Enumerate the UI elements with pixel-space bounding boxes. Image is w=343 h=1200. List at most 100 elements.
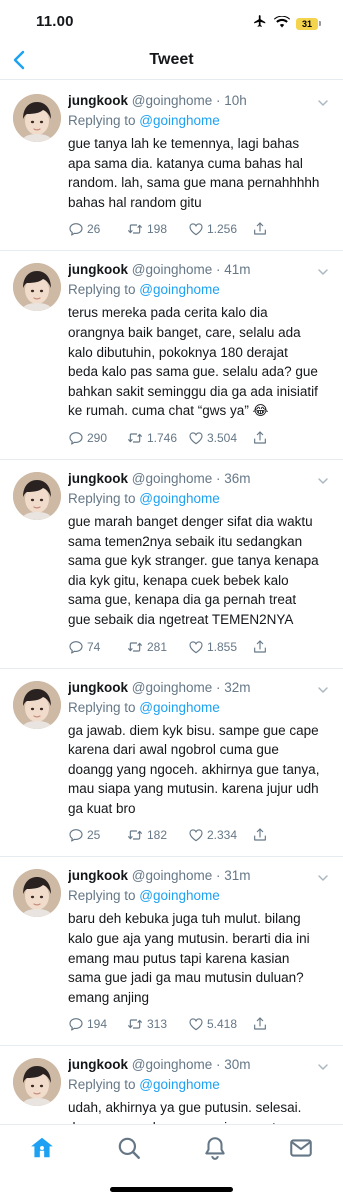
retweet-count: 281 xyxy=(147,639,168,654)
author-handle: @goinghome xyxy=(131,93,213,108)
mail-icon[interactable] xyxy=(288,1135,314,1161)
retweet-count: 313 xyxy=(147,1017,168,1032)
author-name[interactable]: jungkook xyxy=(68,262,128,277)
replying-to-handle[interactable]: @goinghome xyxy=(139,888,220,903)
chevron-down-icon[interactable] xyxy=(317,265,329,277)
tweet-actions: 290 1.746 3.504 xyxy=(68,429,329,447)
replying-to-label: Replying to xyxy=(68,1077,140,1093)
avatar[interactable] xyxy=(13,263,61,312)
tweet-header: jungkook @goinghome · 31m xyxy=(68,867,329,885)
tweet[interactable]: jungkook @goinghome · 41m Replying to @go… xyxy=(0,251,343,460)
replying-to: Replying to @goinghome xyxy=(68,489,329,508)
avatar[interactable] xyxy=(13,869,61,918)
tweet-time: · 36m xyxy=(216,470,251,486)
retweet-button[interactable]: 182 xyxy=(126,827,188,843)
tweet-text: terus mereka pada cerita kalo dia orangn… xyxy=(68,305,318,419)
chevron-down-icon[interactable] xyxy=(317,871,329,883)
tweet-actions: 74 281 1.855 xyxy=(68,638,329,656)
home-icon[interactable] xyxy=(29,1135,55,1161)
like-button[interactable]: 1.256 xyxy=(188,221,252,237)
author-name[interactable]: jungkook xyxy=(68,93,128,108)
like-count: 1.256 xyxy=(207,222,238,237)
search-icon[interactable] xyxy=(116,1135,142,1161)
reply-count: 194 xyxy=(87,1017,108,1032)
reply-button[interactable]: 290 xyxy=(68,430,126,446)
tweet-text: gue marah banget denger sifat dia waktu … xyxy=(68,513,319,627)
reply-button[interactable]: 26 xyxy=(68,221,126,237)
chevron-down-icon[interactable] xyxy=(317,474,329,486)
speech-bubble-icon xyxy=(68,221,84,237)
replying-to-handle[interactable]: @goinghome xyxy=(139,1077,220,1092)
avatar[interactable] xyxy=(13,471,61,520)
speech-bubble-icon xyxy=(68,1016,84,1032)
reply-button[interactable]: 194 xyxy=(68,1016,126,1032)
retweet-count: 198 xyxy=(147,222,168,237)
tweet-header: jungkook @goinghome · 10h xyxy=(68,92,329,110)
speech-bubble-icon xyxy=(68,827,84,843)
author-handle: @goinghome xyxy=(131,868,213,884)
replying-to-label: Replying to xyxy=(68,282,140,298)
avatar[interactable] xyxy=(13,680,61,729)
heart-icon xyxy=(188,430,204,446)
reply-button[interactable]: 74 xyxy=(68,639,126,655)
share-button[interactable] xyxy=(252,221,268,237)
share-icon xyxy=(252,1016,268,1032)
chevron-down-icon[interactable] xyxy=(317,96,329,108)
share-button[interactable] xyxy=(252,430,268,446)
retweet-icon xyxy=(126,221,144,237)
tweet[interactable]: jungkook @goinghome · 31m Replying to @go… xyxy=(0,857,343,1047)
avatar[interactable] xyxy=(13,1058,61,1107)
retweet-button[interactable]: 281 xyxy=(126,639,188,655)
author-name[interactable]: jungkook xyxy=(68,471,128,486)
heart-icon xyxy=(188,221,204,237)
retweet-icon xyxy=(126,827,144,843)
replying-to: Replying to @goinghome xyxy=(68,698,329,717)
retweet-button[interactable]: 1.746 xyxy=(126,430,188,446)
replying-to-handle[interactable]: @goinghome xyxy=(139,700,220,715)
author-name[interactable]: jungkook xyxy=(68,1057,128,1072)
like-count: 1.855 xyxy=(207,639,238,654)
reply-count: 290 xyxy=(87,430,108,445)
retweet-button[interactable]: 198 xyxy=(126,221,188,237)
tweet[interactable]: jungkook @goinghome · 10h Replying to @go… xyxy=(0,82,343,252)
bell-icon[interactable] xyxy=(202,1135,228,1161)
like-button[interactable]: 1.855 xyxy=(188,639,252,655)
retweet-count: 182 xyxy=(147,828,168,843)
tweet[interactable]: jungkook @goinghome · 32m Replying to @go… xyxy=(0,669,343,858)
retweet-button[interactable]: 313 xyxy=(126,1016,188,1032)
tweet-time: · 30m xyxy=(216,1057,251,1073)
author-handle: @goinghome xyxy=(131,470,213,486)
share-button[interactable] xyxy=(252,639,268,655)
airplane-icon xyxy=(252,14,268,33)
retweet-count: 1.746 xyxy=(147,430,178,445)
author-name[interactable]: jungkook xyxy=(68,680,128,695)
avatar[interactable] xyxy=(13,94,61,142)
chevron-down-icon[interactable] xyxy=(317,683,329,695)
tweet-time: · 32m xyxy=(216,679,251,695)
heart-icon xyxy=(188,827,204,843)
replying-to-handle[interactable]: @goinghome xyxy=(139,491,220,506)
replying-to: Replying to @goinghome xyxy=(68,886,329,905)
like-count: 2.334 xyxy=(207,828,238,843)
replying-to-handle[interactable]: @goinghome xyxy=(139,113,220,128)
like-button[interactable]: 3.504 xyxy=(188,430,252,446)
reply-button[interactable]: 25 xyxy=(68,827,126,843)
like-button[interactable]: 5.418 xyxy=(188,1016,252,1032)
chevron-down-icon[interactable] xyxy=(317,1060,329,1072)
replying-to-label: Replying to xyxy=(68,888,140,904)
heart-icon xyxy=(188,1016,204,1032)
share-button[interactable] xyxy=(252,827,268,843)
tweet-actions: 26 198 1.256 xyxy=(68,220,329,238)
replying-to-handle[interactable]: @goinghome xyxy=(139,282,220,297)
tweet[interactable]: jungkook @goinghome · 36m Replying to @go… xyxy=(0,460,343,669)
author-handle: @goinghome xyxy=(131,679,213,695)
like-count: 5.418 xyxy=(207,1017,238,1032)
share-icon xyxy=(252,430,268,446)
like-button[interactable]: 2.334 xyxy=(188,827,252,843)
retweet-icon xyxy=(126,430,144,446)
replying-to-label: Replying to xyxy=(68,490,140,506)
author-name[interactable]: jungkook xyxy=(68,868,128,883)
share-button[interactable] xyxy=(252,1016,268,1032)
reply-count: 26 xyxy=(87,222,101,237)
reply-count: 74 xyxy=(87,639,101,654)
